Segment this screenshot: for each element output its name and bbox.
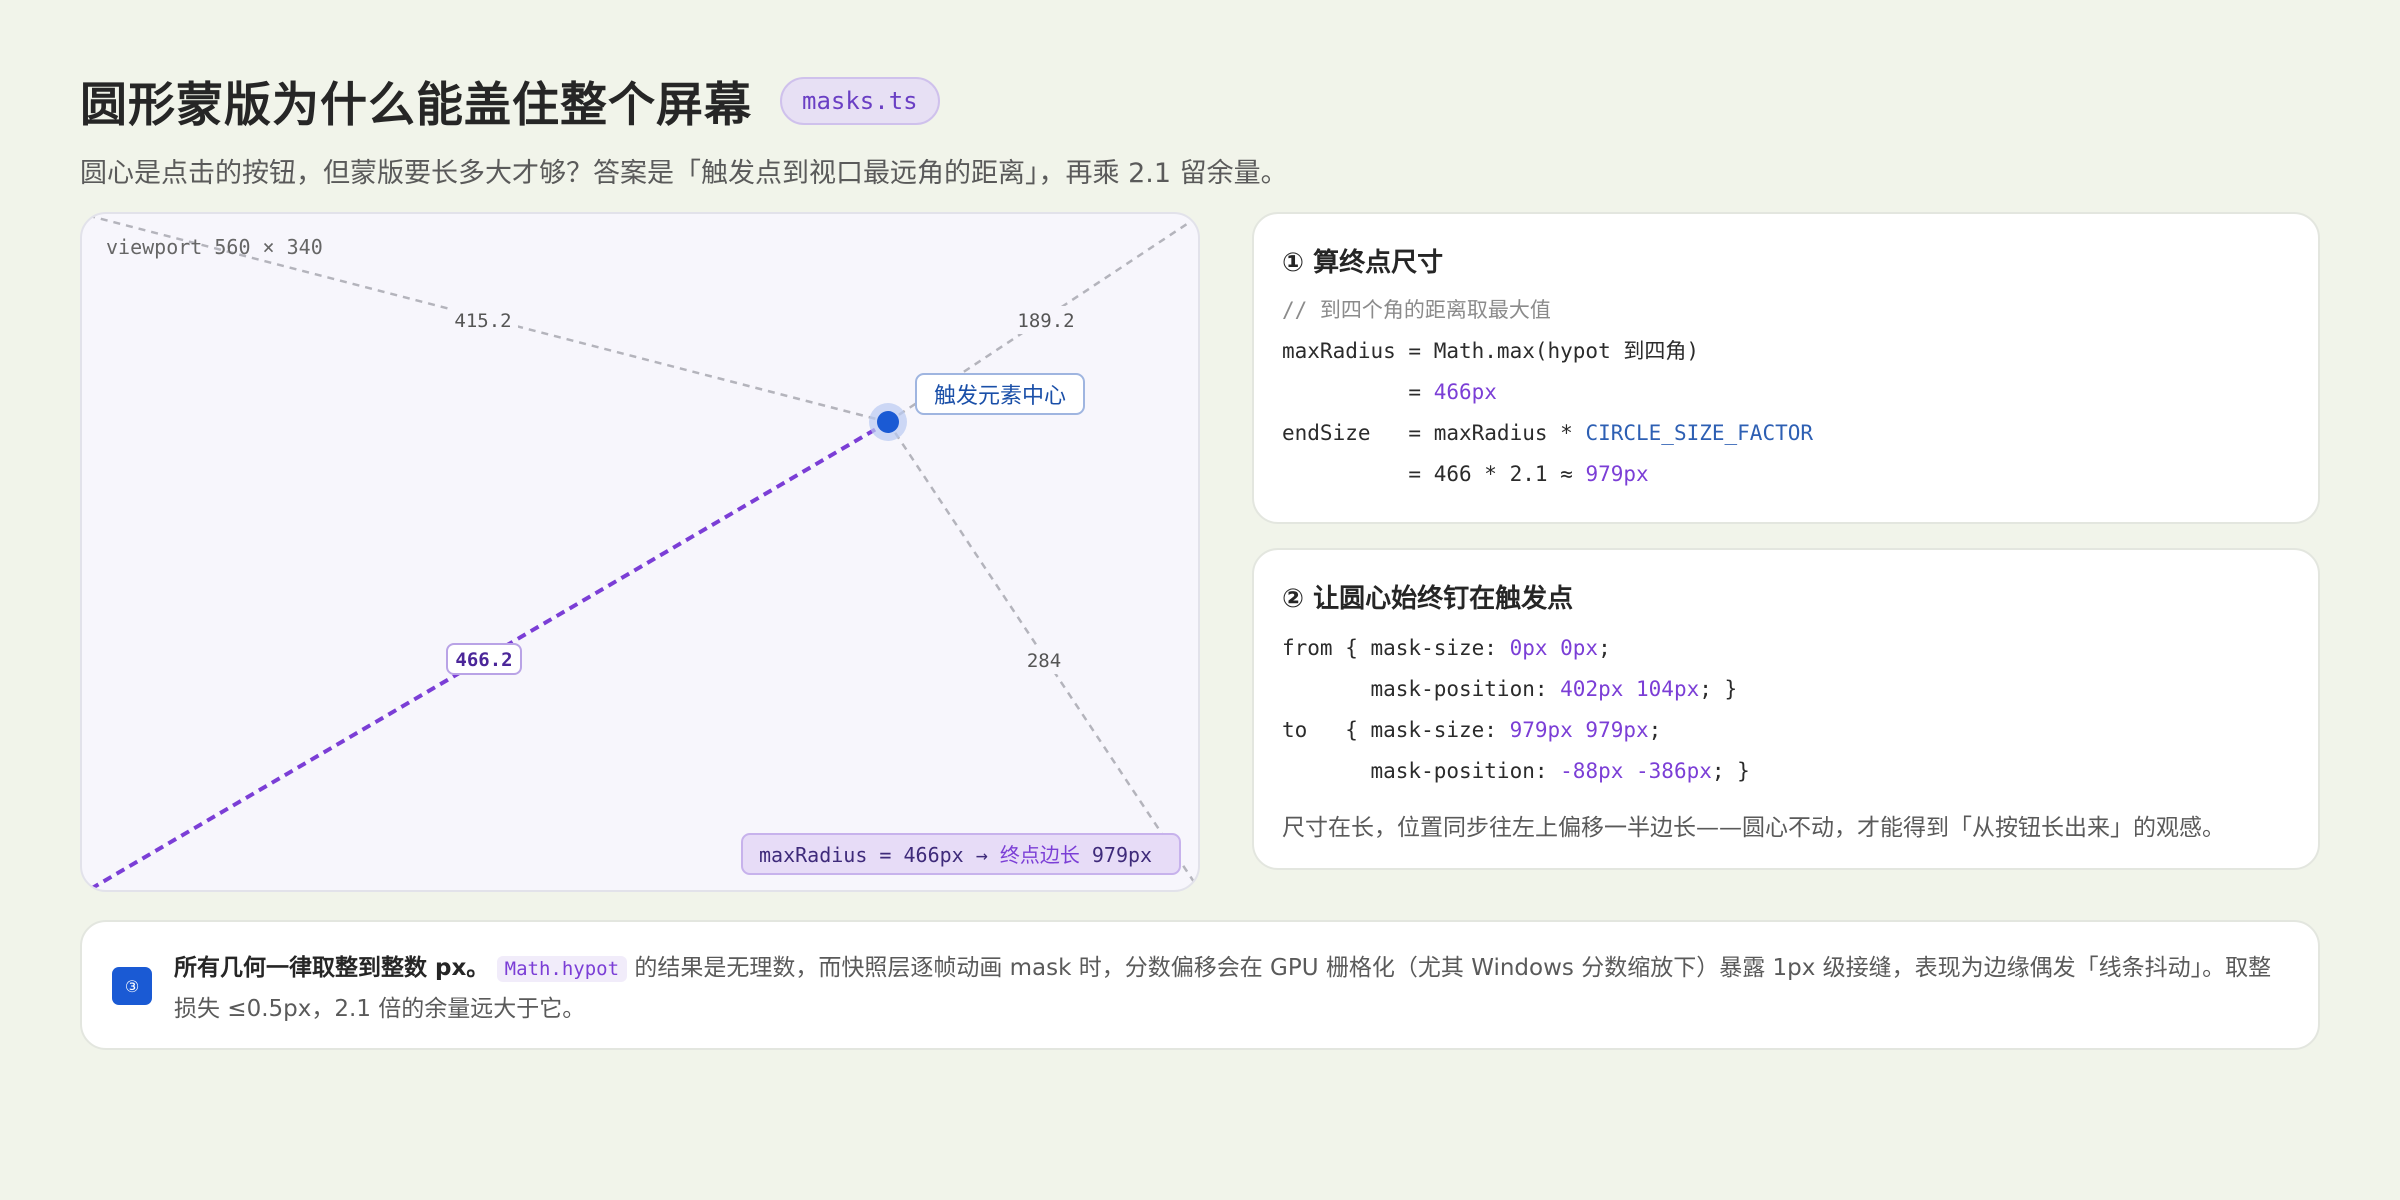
code-to-size: to { mask-size: 979px 979px; — [1282, 718, 1662, 742]
code-line-end-size: endSize = maxRadius * CIRCLE_SIZE_FACTOR — [1282, 421, 1814, 445]
distance-label-bottom-right: 284 — [1027, 650, 1061, 672]
code-from-size: from { mask-size: 0px 0px; — [1282, 636, 1611, 660]
header: 圆形蒙版为什么能盖住整个屏幕 masks.ts 圆心是点击的按钮，但蒙版要长多大… — [80, 66, 2320, 190]
rounding-note-bold: 所有几何一律取整到整数 px。 — [174, 955, 490, 981]
card-end-size-title: ① 算终点尺寸 — [1282, 248, 1444, 278]
diagram-svg: viewport 560 × 340 415.2 189.2 466.2 284… — [82, 214, 1198, 890]
trigger-point — [877, 411, 899, 433]
card-pin-center-note: 尺寸在长，位置同步往左上偏移一半边长——圆心不动，才能得到「从按钮长出来」的观感… — [1282, 815, 2225, 841]
code-line-end-size-value: = 466 * 2.1 ≈ 979px — [1282, 462, 1649, 486]
card-end-size: ① 算终点尺寸 // 到四个角的距离取最大值 maxRadius = Math.… — [1252, 212, 2320, 524]
code-comment: // 到四个角的距离取最大值 — [1282, 298, 1551, 322]
title-row: 圆形蒙版为什么能盖住整个屏幕 masks.ts — [80, 66, 2320, 135]
code-to-position: mask-position: -88px -386px; } — [1282, 759, 1750, 783]
page-subtitle: 圆心是点击的按钮，但蒙版要长多大才够？答案是「触发点到视口最远角的距离」，再乘 … — [80, 158, 1288, 189]
viewport-label: viewport 560 × 340 — [106, 235, 323, 259]
rounding-note-body: 的结果是无理数，而快照层逐帧动画 mask 时，分数偏移会在 GPU 栅格化（尤… — [174, 955, 2272, 1022]
trigger-label: 触发元素中心 — [934, 384, 1066, 409]
page-title: 圆形蒙版为什么能盖住整个屏幕 — [80, 78, 752, 133]
card-pin-center-code: from { mask-size: 0px 0px; mask-position… — [1282, 628, 1750, 792]
card-end-size-code: // 到四个角的距离取最大值 maxRadius = Math.max(hypo… — [1282, 290, 1813, 495]
distance-label-bottom-left: 466.2 — [455, 649, 512, 671]
circled-three-icon: ③ — [112, 967, 152, 1005]
code-line-max-radius: maxRadius = Math.max(hypot 到四角) — [1282, 339, 1700, 363]
rounding-note-card: ③ 所有几何一律取整到整数 px。 Math.hypot 的结果是无理数，而快照… — [80, 920, 2320, 1050]
distance-label-top-left: 415.2 — [454, 310, 511, 332]
distance-label-top-right: 189.2 — [1017, 310, 1074, 332]
math-hypot-code: Math.hypot — [496, 956, 628, 982]
card-pin-center: ② 让圆心始终钉在触发点 from { mask-size: 0px 0px; … — [1252, 548, 2320, 870]
rounding-note-text: 所有几何一律取整到整数 px。 Math.hypot 的结果是无理数，而快照层逐… — [174, 948, 2294, 1029]
code-from-position: mask-position: 402px 104px; } — [1282, 677, 1738, 701]
card-pin-center-title: ② 让圆心始终钉在触发点 — [1282, 584, 1574, 614]
file-badge: masks.ts — [780, 76, 940, 125]
viewport-diagram: viewport 560 × 340 415.2 189.2 466.2 284… — [80, 212, 1200, 892]
summary-text: maxRadius = 466px → 终点边长 979px — [759, 843, 1152, 867]
code-line-max-radius-value: = 466px — [1282, 380, 1497, 404]
